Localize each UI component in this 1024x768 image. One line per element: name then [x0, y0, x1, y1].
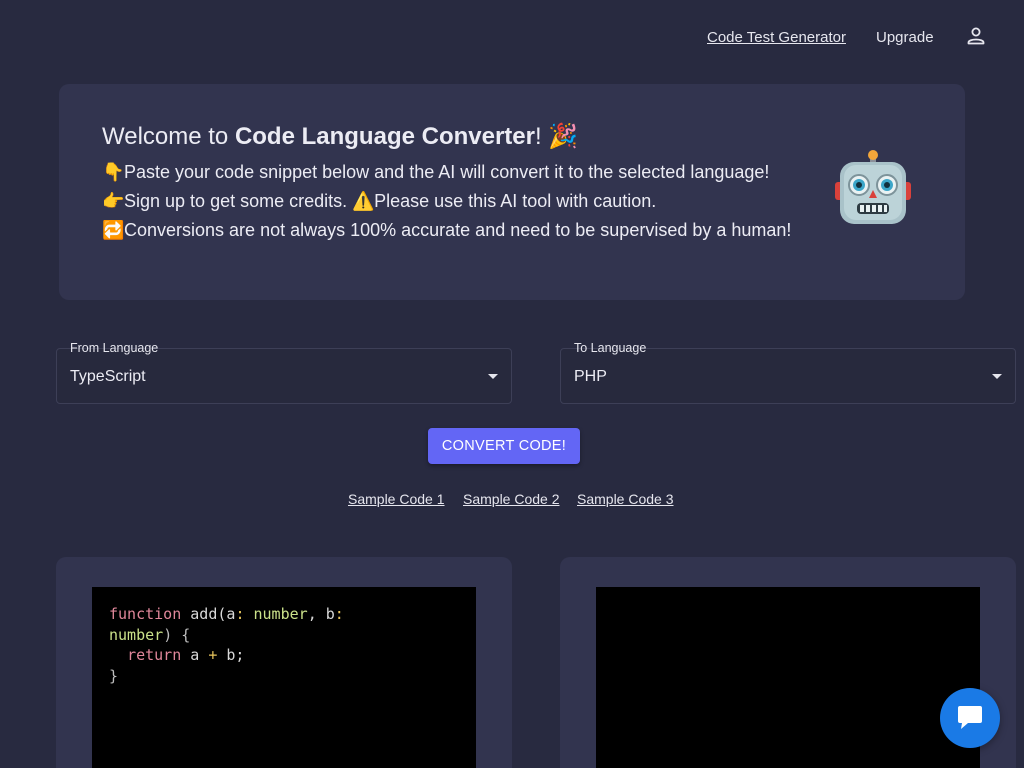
convert-code-button[interactable]: CONVERT CODE! — [428, 428, 580, 464]
output-code-editor[interactable] — [596, 587, 980, 768]
to-language-value: PHP — [574, 368, 607, 385]
welcome-line-caution-text: Please use this AI tool with caution. — [374, 191, 657, 211]
from-language-label: From Language — [70, 341, 159, 355]
to-language-label: To Language — [574, 341, 647, 355]
warning-icon: ⚠️ — [352, 191, 375, 211]
welcome-line-accuracy: 🔁Conversions are not always 100% accurat… — [102, 220, 792, 241]
welcome-title-prefix: Welcome to — [102, 123, 235, 150]
caret-down-icon — [992, 374, 1002, 379]
to-language-box[interactable]: PHP — [560, 348, 1016, 404]
code-token: } — [109, 666, 119, 685]
nav-link-code-test-generator[interactable]: Code Test Generator — [707, 29, 846, 46]
code-token: a — [181, 646, 209, 664]
input-code-text[interactable]: function add(a: number, b: number) { ret… — [109, 604, 459, 686]
welcome-card: Welcome to Code Language Converter! 🎉 👇P… — [59, 84, 965, 300]
welcome-line-paste-text: Paste your code snippet below and the AI… — [124, 162, 770, 182]
repeat-icon: 🔁 — [102, 220, 125, 240]
sample-code-1-link[interactable]: Sample Code 1 — [348, 491, 445, 507]
top-nav: Code Test Generator Upgrade — [0, 0, 1024, 76]
code-token: add(a — [181, 605, 236, 623]
from-language-box[interactable]: TypeScript — [56, 348, 512, 404]
sample-code-2-link[interactable]: Sample Code 2 — [463, 491, 560, 507]
chat-bubble-icon — [958, 706, 982, 729]
nav-link-upgrade[interactable]: Upgrade — [876, 29, 934, 46]
chat-button[interactable] — [940, 688, 1000, 748]
input-code-panel: function add(a: number, b: number) { ret… — [56, 557, 512, 768]
code-token: number — [253, 605, 308, 623]
welcome-title-app-name: Code Language Converter — [234, 123, 535, 150]
code-token: function — [109, 605, 182, 623]
code-token: b; — [217, 646, 245, 664]
welcome-line-signup: 👉Sign up to get some credits. ⚠️Please u… — [102, 191, 792, 212]
code-token: , b — [307, 605, 335, 623]
user-icon[interactable] — [965, 25, 987, 47]
welcome-line-signup-text: Sign up to get some credits. — [124, 191, 353, 211]
welcome-line-accuracy-text: Conversions are not always 100% accurate… — [124, 220, 792, 240]
code-token: return — [127, 646, 182, 664]
welcome-title: Welcome to Code Language Converter! 🎉 — [102, 122, 578, 151]
pointing-down-icon: 👇 — [102, 162, 125, 182]
welcome-line-paste: 👇Paste your code snippet below and the A… — [102, 162, 792, 183]
robot-icon — [835, 150, 911, 224]
caret-down-icon — [488, 374, 498, 379]
input-code-editor[interactable]: function add(a: number, b: number) { ret… — [92, 587, 476, 768]
to-language-select[interactable]: PHP To Language — [560, 340, 1016, 404]
sample-code-3-link[interactable]: Sample Code 3 — [577, 491, 674, 507]
pointing-right-icon: 👉 — [102, 191, 125, 211]
code-token: : — [235, 605, 254, 623]
from-language-value: TypeScript — [70, 368, 146, 385]
from-language-select[interactable]: TypeScript From Language — [56, 340, 512, 404]
welcome-title-suffix: ! 🎉 — [534, 123, 579, 150]
code-token: ) { — [163, 625, 191, 644]
code-token: number — [109, 625, 164, 644]
code-token: : — [334, 605, 344, 623]
